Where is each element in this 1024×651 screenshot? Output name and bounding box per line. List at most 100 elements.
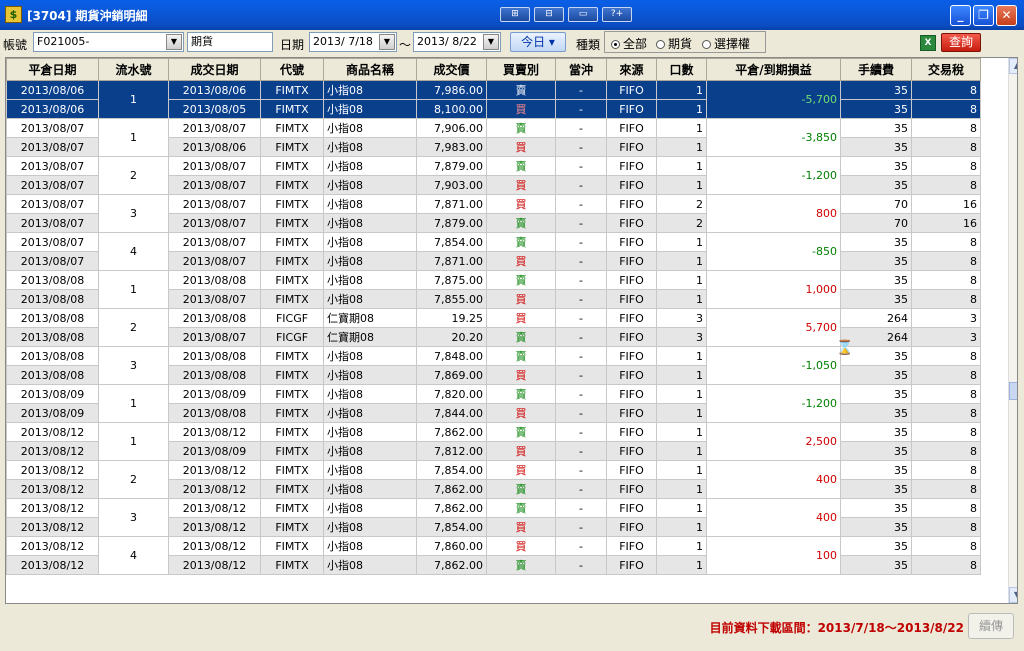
column-header[interactable]: 成交日期 bbox=[168, 58, 261, 81]
date-from-picker[interactable]: 2013/ 7/18 ▼ bbox=[309, 32, 397, 52]
source-cell: FIFO bbox=[606, 156, 657, 176]
help-button[interactable]: ?+ bbox=[602, 7, 632, 22]
table-row[interactable]: 2013/08/07 4 2013/08/07 FIMTX 小指08 7,854.00 賣 -… bbox=[6, 232, 981, 271]
day-trade-cell: - bbox=[555, 536, 607, 556]
radio-all[interactable]: 全部 bbox=[611, 35, 647, 52]
scroll-down-icon[interactable]: ▼ bbox=[1009, 587, 1017, 603]
restore-button[interactable]: ❐ bbox=[973, 5, 994, 26]
code-cell: FIMTX bbox=[260, 536, 324, 556]
fee-cell: 70 bbox=[840, 194, 912, 214]
column-header[interactable]: 當沖 bbox=[555, 58, 607, 81]
product-name-cell: 仁寶期08 bbox=[323, 308, 417, 328]
source-cell: FIFO bbox=[606, 289, 657, 309]
minimize-button[interactable]: _ bbox=[950, 5, 971, 26]
quantity-cell: 1 bbox=[656, 175, 707, 195]
product-name-cell: 小指08 bbox=[323, 384, 417, 404]
settlement-table: 平倉日期 流水號 成交日期 代號 商品名稱 成交價 買賣別 當沖 來源 口數 平倉/到期損益 手續費交… bbox=[6, 58, 981, 575]
source-cell: FIFO bbox=[606, 460, 657, 480]
date-to-picker[interactable]: 2013/ 8/22 ▼ bbox=[413, 32, 501, 52]
profit-loss-cell: 1,000 bbox=[706, 270, 841, 309]
close-button[interactable]: ✕ bbox=[996, 5, 1017, 26]
price-cell: 7,986.00 bbox=[416, 80, 487, 100]
table-row[interactable]: 2013/08/08 3 2013/08/08 FIMTX 小指08 7,848.00 賣 -… bbox=[6, 346, 981, 385]
day-trade-cell: - bbox=[555, 422, 607, 442]
source-cell: FIFO bbox=[606, 441, 657, 461]
table-row[interactable]: 2013/08/12 4 2013/08/12 FIMTX 小指08 7,860.00 買 -… bbox=[6, 536, 981, 575]
buy-sell-cell: 買 bbox=[486, 289, 556, 309]
close-date-cell: 2013/08/07 bbox=[6, 232, 99, 252]
column-header[interactable]: 商品名稱 bbox=[323, 58, 417, 81]
table-row[interactable]: 2013/08/07 1 2013/08/07 FIMTX 小指08 7,906.00 賣 -… bbox=[6, 118, 981, 157]
quantity-cell: 1 bbox=[656, 346, 707, 366]
query-button[interactable]: 查詢 bbox=[941, 33, 981, 52]
table-row[interactable]: 2013/08/12 3 2013/08/12 FIMTX 小指08 7,862.00 賣 -… bbox=[6, 498, 981, 537]
trade-date-cell: 2013/08/07 bbox=[168, 118, 261, 138]
layout-button-3[interactable]: ▭ bbox=[568, 7, 598, 22]
table-row[interactable]: 2013/08/08 2 2013/08/08 FICGF 仁寶期08 19.25 買 - FI… bbox=[6, 308, 981, 347]
chevron-down-icon[interactable]: ▼ bbox=[379, 34, 395, 50]
day-trade-cell: - bbox=[555, 498, 607, 518]
table-row[interactable]: 2013/08/09 1 2013/08/09 FIMTX 小指08 7,820.00 賣 -… bbox=[6, 384, 981, 423]
quantity-cell: 1 bbox=[656, 289, 707, 309]
trade-date-cell: 2013/08/06 bbox=[168, 137, 261, 157]
excel-export-icon[interactable]: X bbox=[920, 35, 936, 51]
column-header[interactable]: 手續費 bbox=[840, 58, 912, 81]
radio-futures[interactable]: 期貨 bbox=[656, 35, 692, 52]
buy-sell-cell: 賣 bbox=[486, 346, 556, 366]
close-date-cell: 2013/08/12 bbox=[6, 498, 99, 518]
tax-cell: 8 bbox=[911, 118, 981, 138]
column-header[interactable]: 流水號 bbox=[98, 58, 169, 81]
continue-download-button[interactable]: 續傳 bbox=[968, 613, 1014, 639]
trade-date-cell: 2013/08/06 bbox=[168, 80, 261, 100]
table-row[interactable]: 2013/08/07 3 2013/08/07 FIMTX 小指08 7,871.00 買 -… bbox=[6, 194, 981, 233]
code-cell: FIMTX bbox=[260, 384, 324, 404]
price-cell: 7,871.00 bbox=[416, 251, 487, 271]
vertical-scrollbar[interactable]: ▲ ▼ bbox=[1008, 58, 1017, 603]
close-date-cell: 2013/08/08 bbox=[6, 365, 99, 385]
radio-options[interactable]: 選擇權 bbox=[702, 35, 750, 52]
day-trade-cell: - bbox=[555, 346, 607, 366]
column-header[interactable]: 平倉日期 bbox=[6, 58, 99, 81]
quantity-cell: 2 bbox=[656, 213, 707, 233]
day-trade-cell: - bbox=[555, 384, 607, 404]
price-cell: 7,862.00 bbox=[416, 555, 487, 575]
chevron-down-icon[interactable]: ▼ bbox=[166, 34, 182, 50]
scroll-up-icon[interactable]: ▲ bbox=[1009, 58, 1017, 74]
serial-cell: 2 bbox=[98, 460, 169, 499]
column-header[interactable]: 平倉/到期損益 bbox=[706, 58, 841, 81]
table-row[interactable]: 2013/08/06 1 2013/08/06 FIMTX 小指08 7,986.00 賣 -… bbox=[6, 80, 981, 119]
column-header[interactable]: 成交價 bbox=[416, 58, 487, 81]
table-row[interactable]: 2013/08/12 2 2013/08/12 FIMTX 小指08 7,854.00 買 -… bbox=[6, 460, 981, 499]
product-name-cell: 小指08 bbox=[323, 80, 417, 100]
layout-button-1[interactable]: ⊞ bbox=[500, 7, 530, 22]
scroll-thumb[interactable] bbox=[1009, 382, 1017, 400]
buy-sell-cell: 買 bbox=[486, 194, 556, 214]
column-header[interactable]: 交易稅 bbox=[911, 58, 981, 81]
chevron-down-icon[interactable]: ▼ bbox=[483, 34, 499, 50]
code-cell: FIMTX bbox=[260, 175, 324, 195]
column-header[interactable]: 買賣別 bbox=[486, 58, 556, 81]
buy-sell-cell: 買 bbox=[486, 403, 556, 423]
product-name-cell: 小指08 bbox=[323, 251, 417, 271]
column-header[interactable]: 來源 bbox=[606, 58, 657, 81]
trade-date-cell: 2013/08/08 bbox=[168, 403, 261, 423]
app-icon[interactable]: $ bbox=[5, 6, 22, 23]
table-row[interactable]: 2013/08/07 2 2013/08/07 FIMTX 小指08 7,879.00 賣 -… bbox=[6, 156, 981, 195]
price-cell: 7,862.00 bbox=[416, 422, 487, 442]
product-name-cell: 小指08 bbox=[323, 441, 417, 461]
table-row[interactable]: 2013/08/08 1 2013/08/08 FIMTX 小指08 7,875.00 賣 -… bbox=[6, 270, 981, 309]
fee-cell: 35 bbox=[840, 460, 912, 480]
account-select[interactable]: F021005- ▼ bbox=[33, 32, 184, 52]
source-cell: FIFO bbox=[606, 80, 657, 100]
layout-button-2[interactable]: ⊟ bbox=[534, 7, 564, 22]
table-row[interactable]: 2013/08/12 1 2013/08/12 FIMTX 小指08 7,862.00 賣 -… bbox=[6, 422, 981, 461]
source-cell: FIFO bbox=[606, 536, 657, 556]
product-name-cell: 小指08 bbox=[323, 99, 417, 119]
today-button[interactable]: 今日 ▾ bbox=[510, 32, 566, 52]
type-field[interactable]: 期貨 bbox=[187, 32, 273, 52]
price-cell: 7,844.00 bbox=[416, 403, 487, 423]
column-header[interactable]: 口數 bbox=[656, 58, 707, 81]
price-cell: 7,879.00 bbox=[416, 213, 487, 233]
code-cell: FIMTX bbox=[260, 137, 324, 157]
column-header[interactable]: 代號 bbox=[260, 58, 324, 81]
